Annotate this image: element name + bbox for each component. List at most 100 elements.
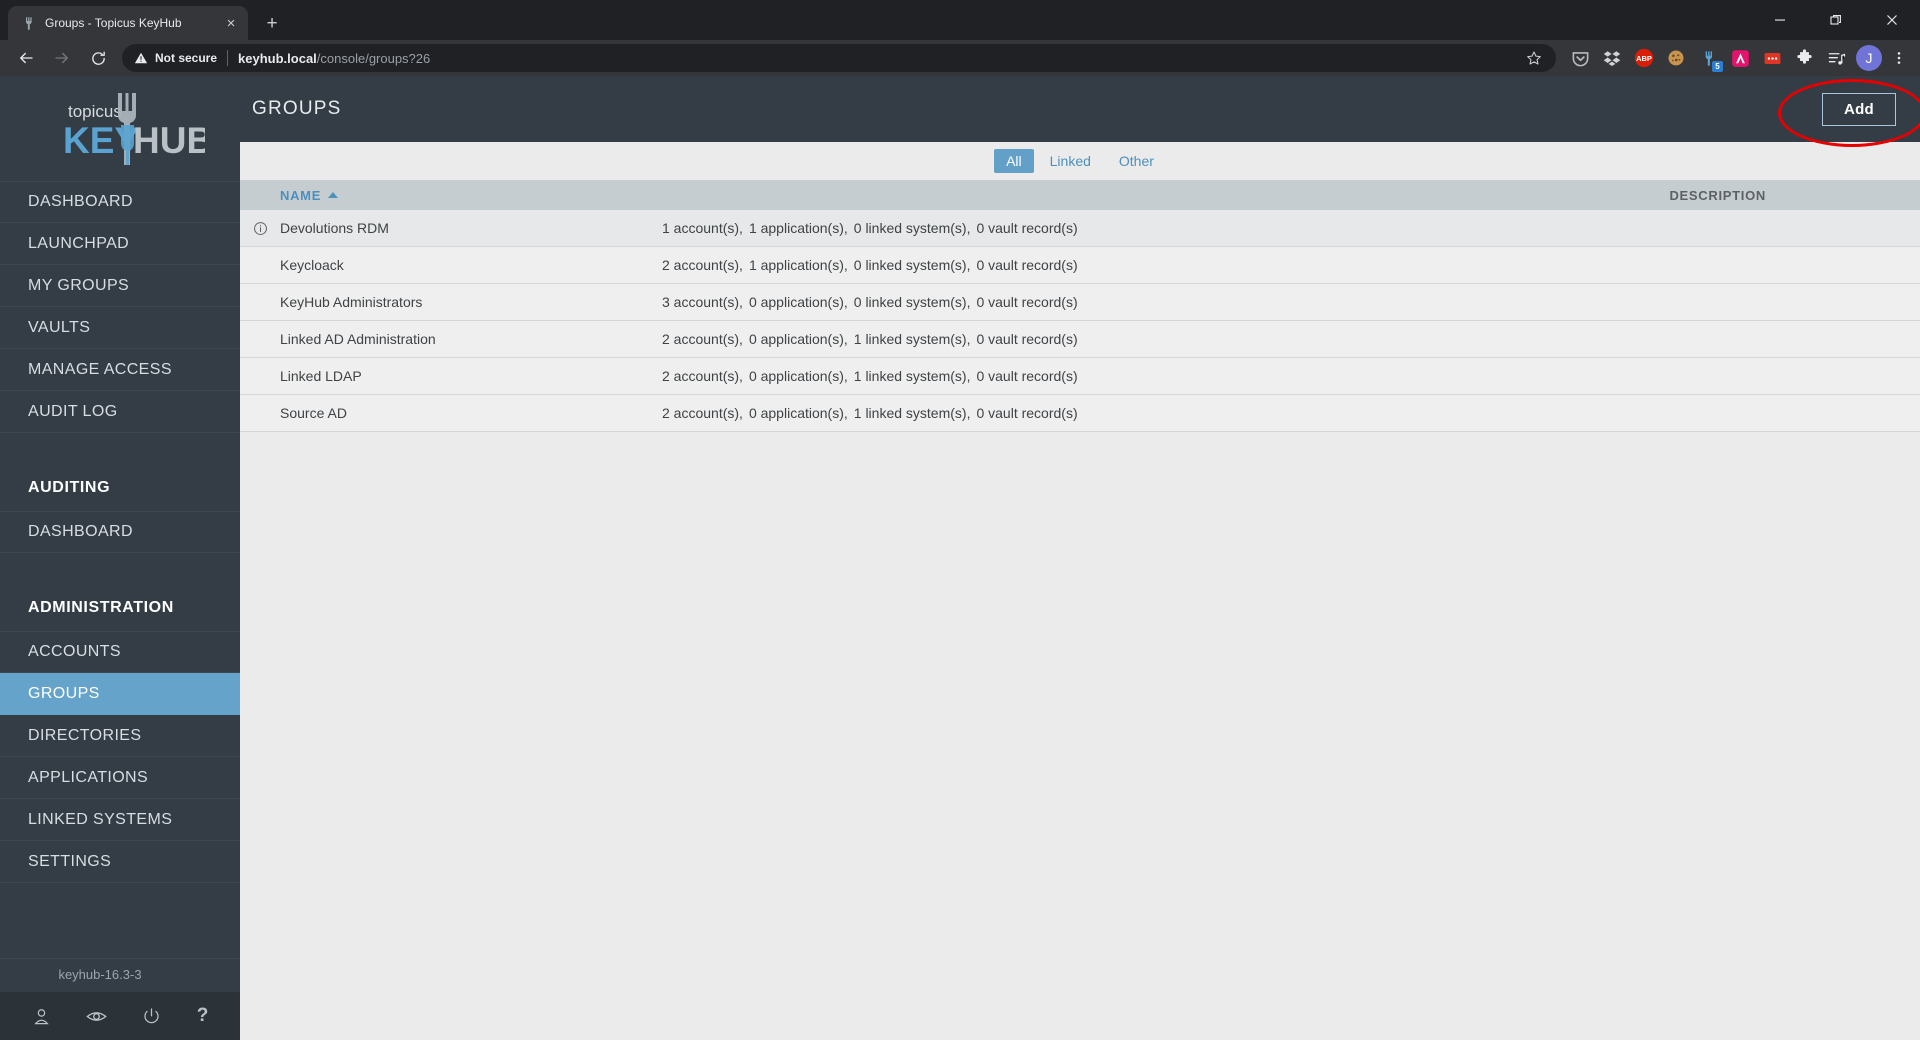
table-row[interactable]: KeyHub Administrators 3 account(s), 0 ap… <box>240 284 1920 321</box>
keyhub-extension-icon[interactable]: 5 <box>1693 43 1723 73</box>
sidebar-auditing-nav: DASHBOARD <box>0 511 240 553</box>
add-button[interactable]: Add <box>1821 92 1896 126</box>
stat-applications: 0 application(s), <box>748 368 848 384</box>
version-label: keyhub-16.3-3 <box>0 958 240 992</box>
avast-icon[interactable] <box>1725 43 1755 73</box>
minimize-icon[interactable] <box>1752 0 1808 40</box>
info-icon[interactable] <box>240 221 280 236</box>
kebab-menu-icon[interactable] <box>1886 43 1912 73</box>
tab-all[interactable]: All <box>994 149 1034 173</box>
stat-linked-systems: 1 linked system(s), <box>853 368 971 384</box>
sidebar-footer: ? <box>0 992 240 1040</box>
stat-vault-records: 0 vault record(s) <box>976 220 1078 236</box>
filter-tabs: All Linked Other <box>240 142 1920 180</box>
group-stats: 1 account(s), 1 application(s), 0 linked… <box>662 220 1078 236</box>
profile-avatar[interactable]: J <box>1856 45 1882 71</box>
stat-linked-systems: 1 linked system(s), <box>853 405 971 421</box>
group-stats: 2 account(s), 1 application(s), 0 linked… <box>662 257 1078 273</box>
header-actions: Add <box>1777 78 1920 147</box>
sidebar-item-my-groups[interactable]: MY GROUPS <box>0 265 240 307</box>
group-name: Linked LDAP <box>280 368 362 384</box>
browser-tab[interactable]: Groups - Topicus KeyHub × <box>8 6 248 40</box>
tab-strip: Groups - Topicus KeyHub × + <box>0 0 1920 40</box>
cookie-icon[interactable] <box>1661 43 1691 73</box>
table-row[interactable]: Source AD 2 account(s), 0 application(s)… <box>240 395 1920 432</box>
reading-list-icon[interactable] <box>1821 43 1851 73</box>
stat-accounts: 2 account(s), <box>662 257 743 273</box>
keyhub-logo[interactable]: topicus KEY HUB <box>0 76 240 181</box>
sidebar-item-launchpad[interactable]: LAUNCHPAD <box>0 223 240 265</box>
page-title: GROUPS <box>252 98 342 119</box>
bookmark-star-icon[interactable] <box>1522 46 1546 70</box>
application: topicus KEY HUB DASHBOARD LAUNCHPAD MY G… <box>0 76 1920 1040</box>
close-icon[interactable] <box>1864 0 1920 40</box>
power-icon[interactable] <box>142 1007 161 1026</box>
stat-applications: 0 application(s), <box>748 405 848 421</box>
sidebar-item-manage-access[interactable]: MANAGE ACCESS <box>0 349 240 391</box>
tab-other[interactable]: Other <box>1107 149 1166 173</box>
window-controls <box>1752 0 1920 40</box>
extensions-row: ABP 5 J <box>1564 43 1912 73</box>
group-stats: 2 account(s), 0 application(s), 1 linked… <box>662 331 1078 347</box>
url-path: /console/groups?26 <box>316 50 431 66</box>
sidebar-item-applications[interactable]: APPLICATIONS <box>0 757 240 799</box>
address-bar[interactable]: Not secure keyhub.local/console/groups?2… <box>122 44 1556 72</box>
table-row[interactable]: Linked AD Administration 2 account(s), 0… <box>240 321 1920 358</box>
security-label: Not secure <box>155 51 218 65</box>
stat-applications: 1 application(s), <box>748 257 848 273</box>
stat-applications: 0 application(s), <box>748 294 848 310</box>
group-stats: 2 account(s), 0 application(s), 1 linked… <box>662 405 1078 421</box>
tab-title: Groups - Topicus KeyHub <box>45 16 182 30</box>
sidebar-item-vaults[interactable]: VAULTS <box>0 307 240 349</box>
sidebar-item-groups[interactable]: GROUPS <box>0 673 240 715</box>
omnibox-divider <box>227 50 229 66</box>
stat-accounts: 2 account(s), <box>662 368 743 384</box>
back-arrow-icon[interactable] <box>10 42 42 74</box>
logo-hub-text: HUB <box>133 120 205 161</box>
stat-accounts: 2 account(s), <box>662 331 743 347</box>
table-empty-area <box>240 432 1920 1040</box>
reload-icon[interactable] <box>82 42 114 74</box>
user-icon[interactable] <box>32 1007 51 1026</box>
sidebar-item-auditing-dashboard[interactable]: DASHBOARD <box>0 511 240 553</box>
sidebar-item-dashboard[interactable]: DASHBOARD <box>0 181 240 223</box>
sidebar-main-nav: DASHBOARD LAUNCHPAD MY GROUPS VAULTS MAN… <box>0 181 240 433</box>
group-name: Keycloack <box>280 257 344 273</box>
red-dots-icon[interactable] <box>1757 43 1787 73</box>
table-row[interactable]: Keycloack 2 account(s), 1 application(s)… <box>240 247 1920 284</box>
puzzle-extensions-icon[interactable] <box>1789 43 1819 73</box>
stat-vault-records: 0 vault record(s) <box>976 294 1078 310</box>
sort-ascending-icon <box>328 192 339 198</box>
stat-applications: 1 application(s), <box>748 220 848 236</box>
sidebar-item-directories[interactable]: DIRECTORIES <box>0 715 240 757</box>
group-stats: 3 account(s), 0 application(s), 0 linked… <box>662 294 1078 310</box>
group-stats: 2 account(s), 0 application(s), 1 linked… <box>662 368 1078 384</box>
sidebar: topicus KEY HUB DASHBOARD LAUNCHPAD MY G… <box>0 76 240 1040</box>
forward-arrow-icon[interactable] <box>46 42 78 74</box>
stat-vault-records: 0 vault record(s) <box>976 368 1078 384</box>
adblock-plus-icon[interactable]: ABP <box>1629 43 1659 73</box>
table-row[interactable]: Linked LDAP 2 account(s), 0 application(… <box>240 358 1920 395</box>
stat-vault-records: 0 vault record(s) <box>976 331 1078 347</box>
tab-linked[interactable]: Linked <box>1038 149 1103 173</box>
security-status[interactable]: Not secure <box>134 51 217 65</box>
pocket-icon[interactable] <box>1565 43 1595 73</box>
dropbox-icon[interactable] <box>1597 43 1627 73</box>
keyhub-fork-icon <box>20 15 36 31</box>
sidebar-administration-nav: ACCOUNTS GROUPS DIRECTORIES APPLICATIONS… <box>0 631 240 883</box>
restore-icon[interactable] <box>1808 0 1864 40</box>
url-host: keyhub.local <box>238 50 317 66</box>
stat-vault-records: 0 vault record(s) <box>976 257 1078 273</box>
extension-badge-count: 5 <box>1712 61 1723 72</box>
stat-accounts: 1 account(s), <box>662 220 743 236</box>
sidebar-item-audit-log[interactable]: AUDIT LOG <box>0 391 240 433</box>
sidebar-item-settings[interactable]: SETTINGS <box>0 841 240 883</box>
eye-icon[interactable] <box>86 1006 107 1027</box>
sidebar-item-accounts[interactable]: ACCOUNTS <box>0 631 240 673</box>
column-header-name[interactable]: NAME <box>280 188 339 203</box>
sidebar-item-linked-systems[interactable]: LINKED SYSTEMS <box>0 799 240 841</box>
tab-close-icon[interactable]: × <box>222 14 240 32</box>
table-row[interactable]: Devolutions RDM 1 account(s), 1 applicat… <box>240 210 1920 247</box>
help-icon[interactable]: ? <box>197 1005 209 1027</box>
new-tab-button[interactable]: + <box>257 8 287 38</box>
